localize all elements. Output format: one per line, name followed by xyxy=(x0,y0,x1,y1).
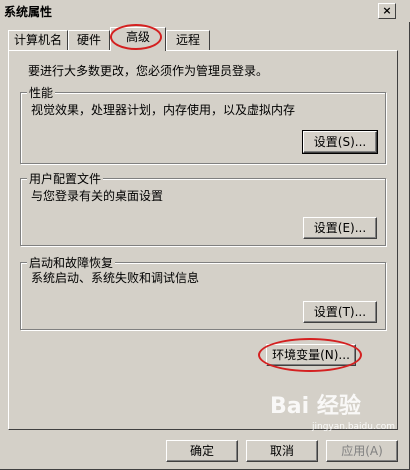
user-profiles-group: 用户配置文件 与您登录有关的桌面设置 设置(E)... xyxy=(20,170,386,246)
tab-remote[interactable]: 远程 xyxy=(166,30,210,50)
apply-button[interactable]: 应用(A) xyxy=(326,440,398,462)
performance-group: 性能 视觉效果，处理器计划，内存使用，以及虚拟内存 设置(S)... xyxy=(20,84,386,164)
tab-hardware[interactable]: 硬件 xyxy=(68,30,110,50)
user-profiles-legend: 用户配置文件 xyxy=(27,170,104,187)
performance-legend: 性能 xyxy=(27,84,56,101)
title-bar[interactable]: 系统属性 × xyxy=(0,0,410,22)
startup-recovery-description: 系统启动、系统失败和调试信息 xyxy=(31,271,200,285)
startup-recovery-group: 启动和故障恢复 系统启动、系统失败和调试信息 设置(T)... xyxy=(20,254,386,330)
performance-description: 视觉效果，处理器计划，内存使用，以及虚拟内存 xyxy=(31,103,296,117)
ok-button[interactable]: 确定 xyxy=(166,440,238,462)
close-button[interactable]: × xyxy=(378,3,396,19)
startup-recovery-settings-button[interactable]: 设置(T)... xyxy=(303,301,377,323)
user-profiles-settings-button[interactable]: 设置(E)... xyxy=(303,217,377,239)
admin-notice: 要进行大多数更改，您必须作为管理员登录。 xyxy=(28,64,269,78)
window-title: 系统属性 xyxy=(4,5,53,19)
system-properties-window: 系统属性 × 计算机名 硬件 高级 远程 要进行大多数更改，您必须作为管理员登录… xyxy=(0,0,410,470)
cancel-button[interactable]: 取消 xyxy=(246,440,318,462)
tab-advanced[interactable]: 高级 xyxy=(110,27,166,51)
performance-settings-button[interactable]: 设置(S)... xyxy=(302,130,378,154)
tab-computer-name[interactable]: 计算机名 xyxy=(8,30,68,50)
environment-variables-button[interactable]: 环境变量(N)... xyxy=(266,344,356,366)
user-profiles-description: 与您登录有关的桌面设置 xyxy=(31,189,164,203)
